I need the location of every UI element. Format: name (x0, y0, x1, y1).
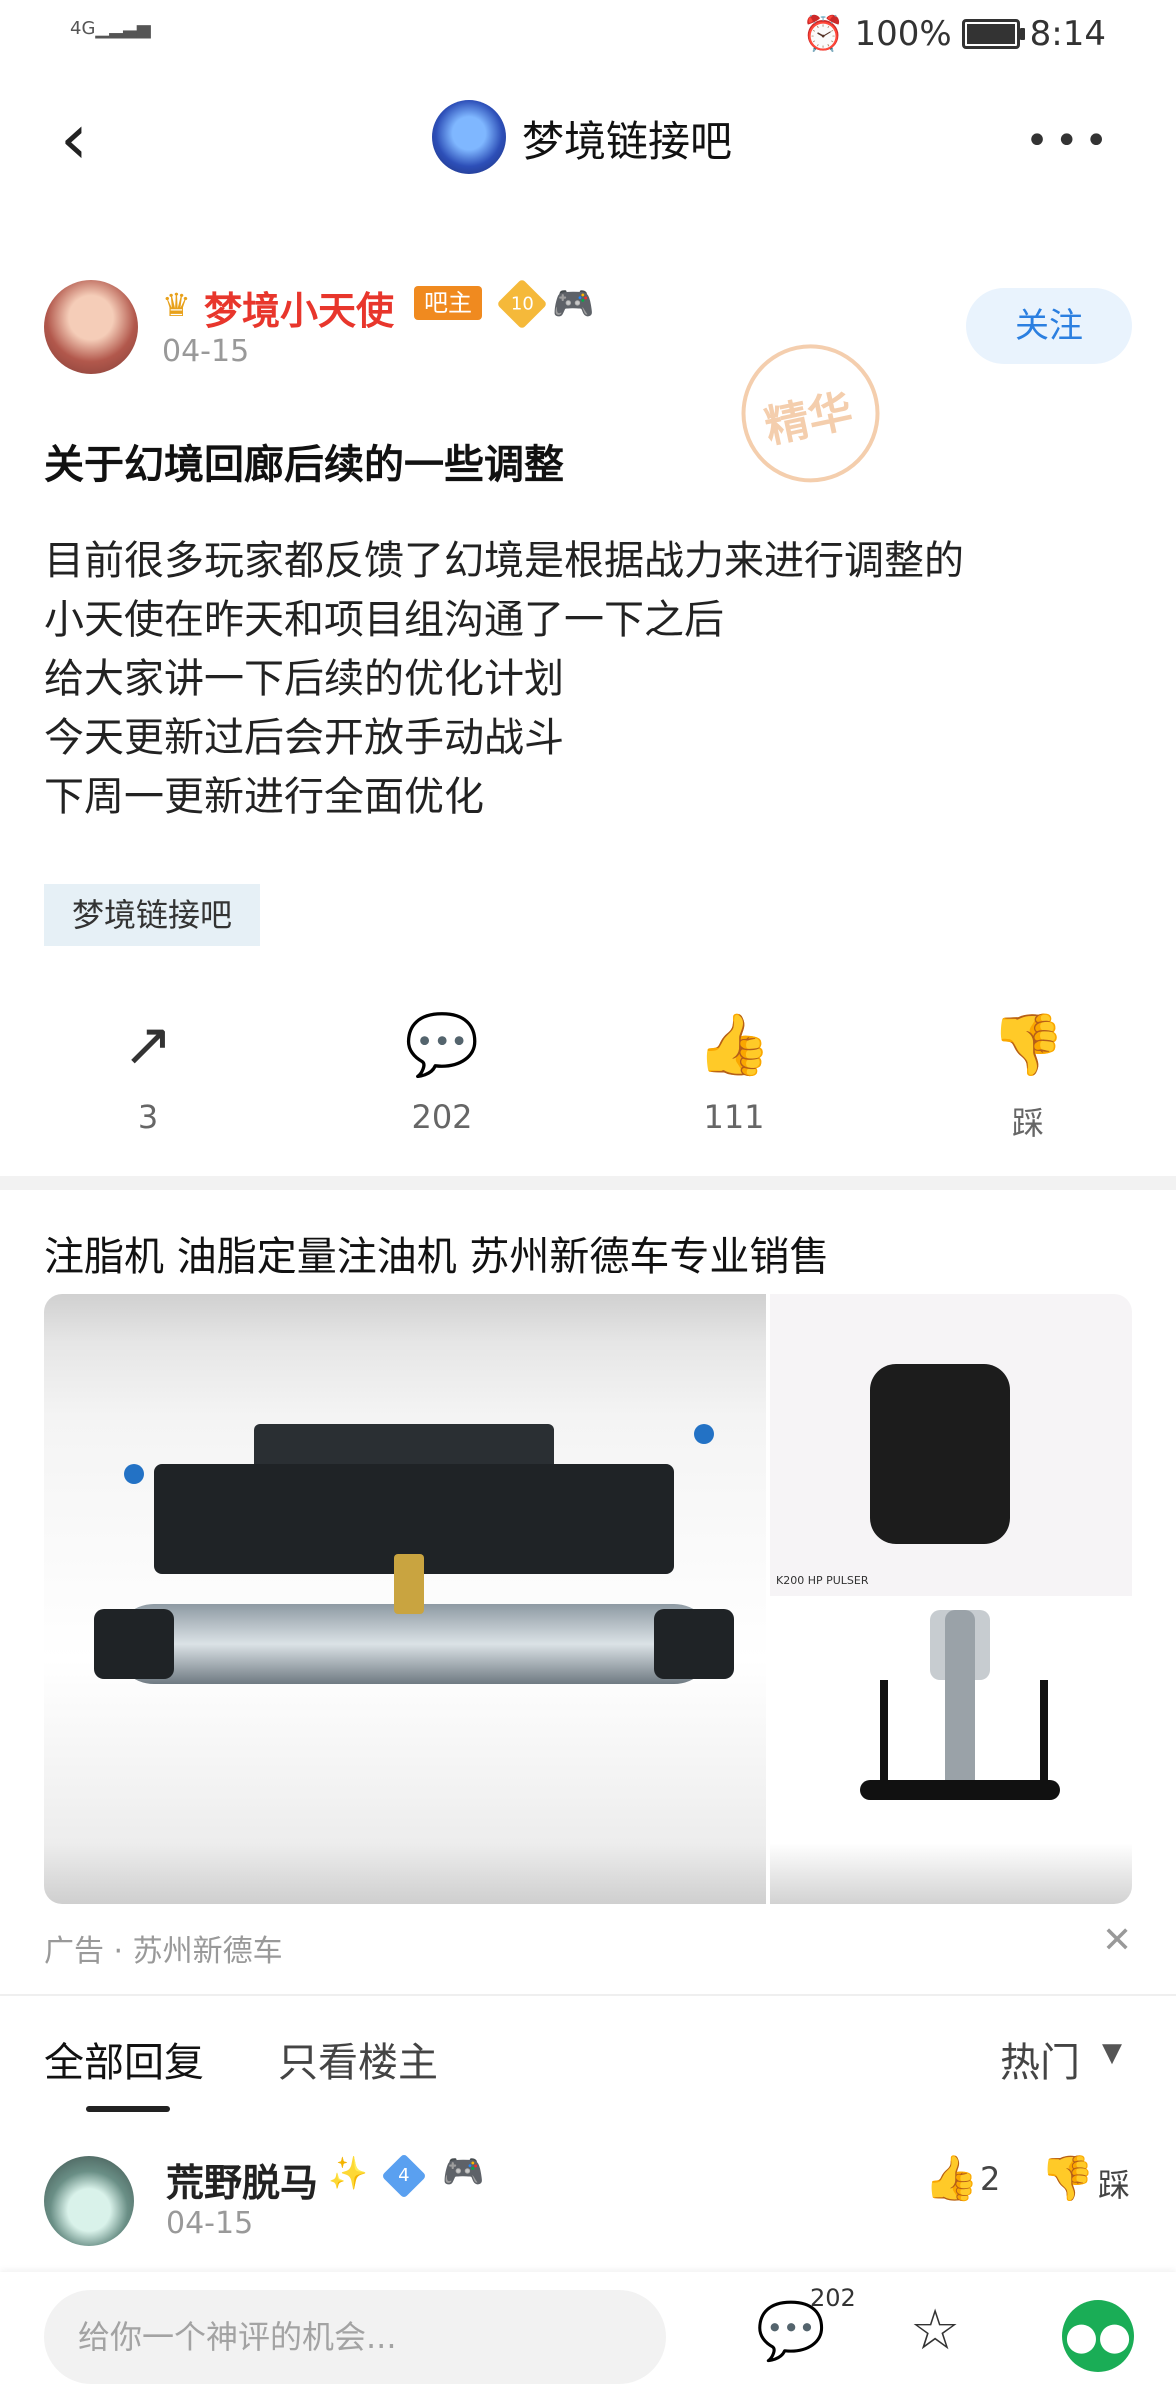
post-body-line: 今天更新过后会开放手动战斗 (44, 715, 564, 761)
reply-avatar[interactable] (44, 2156, 134, 2246)
status-right: ⏰ 100% 8:14 (802, 14, 1106, 54)
status-bar: 4G▁▂▃▅ ⏰ 100% 8:14 (0, 0, 1176, 72)
forum-tag[interactable]: 梦境链接吧 (44, 884, 261, 946)
owner-badge: 吧主 (414, 286, 482, 320)
comment-input[interactable] (44, 2290, 666, 2384)
like-count: 111 (703, 1098, 765, 1136)
ad-image-bottom-right[interactable] (770, 1600, 1132, 1904)
reply-like-count: 2 (980, 2160, 1001, 2198)
thumbs-up-icon: 👍 (696, 1010, 772, 1080)
pulser-illustration (870, 1364, 1010, 1544)
post-date: 04-15 (162, 334, 250, 369)
post-title: 关于幻境回廊后续的一些调整 (44, 442, 564, 488)
share-icon: ↗ (122, 1010, 174, 1080)
gamepad-icon: 🎮 (552, 284, 595, 324)
product-label: K200 HP PULSER (776, 1574, 869, 1587)
wechat-share-icon[interactable]: ●● (1062, 2300, 1134, 2372)
forum-title[interactable]: 梦境链接吧 (522, 108, 732, 169)
comment-count-badge: 202 (810, 2284, 856, 2312)
ad-title[interactable]: 注脂机 油脂定量注油机 苏州新德车专业销售 (44, 1224, 829, 1282)
sort-dropdown[interactable]: 热门 (1000, 2030, 1080, 2088)
star-icon[interactable]: ☆ (910, 2298, 960, 2363)
dislike-label: 踩 (1011, 1104, 1044, 1142)
level-badge: 10 (496, 278, 548, 330)
like-button[interactable]: 👍 111 (664, 1012, 804, 1136)
machine-illustration (94, 1404, 734, 1744)
ad-image-top-right[interactable]: K200 HP PULSER (770, 1294, 1132, 1596)
featured-stamp: 精华 (728, 319, 952, 496)
post-body-line: 目前很多玩家都反馈了幻境是根据战力来进行调整的 (44, 538, 964, 584)
author-name[interactable]: 梦境小天使 (204, 280, 394, 335)
tab-all-replies[interactable]: 全部回复 (44, 2030, 204, 2088)
active-tab-indicator (86, 2106, 170, 2112)
clock: 8:14 (1029, 14, 1106, 54)
sparkle-badge-icon: ✨ (328, 2154, 368, 2192)
divider (0, 1994, 1176, 1996)
forum-avatar[interactable] (432, 100, 506, 174)
battery-icon (961, 19, 1025, 49)
level-badge: 4 (381, 2153, 427, 2199)
close-icon[interactable]: ✕ (1102, 1920, 1132, 1961)
battery-percent: 100% (854, 14, 952, 54)
tab-owner-only[interactable]: 只看楼主 (278, 2030, 438, 2088)
gamepad-icon: 🎮 (442, 2152, 485, 2192)
back-arrow-icon[interactable]: ‹ (60, 104, 100, 174)
caret-down-icon[interactable]: ▼ (1102, 2038, 1122, 2068)
more-dots-icon[interactable]: ••• (1025, 118, 1114, 164)
share-button[interactable]: ↗ 3 (78, 1012, 218, 1136)
ad-source: 广告 · 苏州新德车 (44, 1934, 283, 1969)
post-body-line: 下周一更新进行全面优化 (44, 774, 484, 820)
follow-button[interactable]: 关注 (966, 288, 1132, 364)
reply-author-name[interactable]: 荒野脱马 (166, 2152, 318, 2207)
crown-icon: ♛ (162, 286, 191, 324)
reply-dislike-label: 踩 (1098, 2166, 1131, 2204)
alarm-icon: ⏰ (802, 14, 845, 54)
dislike-button[interactable]: 👎 踩 (958, 1012, 1098, 1144)
thumbs-down-icon[interactable]: 👎 (1040, 2152, 1095, 2204)
comment-count: 202 (411, 1098, 473, 1136)
post-body: 目前很多玩家都反馈了幻境是根据战力来进行调整的 小天使在昨天和项目组沟通了一下之… (44, 532, 964, 827)
post-body-line: 小天使在昨天和项目组沟通了一下之后 (44, 597, 724, 643)
thumbs-up-icon[interactable]: 👍 (924, 2152, 979, 2204)
comment-icon: 💬 (404, 1010, 480, 1080)
author-avatar[interactable] (44, 280, 138, 374)
post-body-line: 给大家讲一下后续的优化计划 (44, 656, 564, 702)
ad-image-main[interactable] (44, 1294, 766, 1904)
thumbs-down-icon: 👎 (990, 1010, 1066, 1080)
section-divider (0, 1176, 1176, 1190)
signal-indicator: 4G▁▂▃▅ (70, 18, 151, 39)
comment-button[interactable]: 💬 202 (372, 1012, 512, 1136)
share-count: 3 (137, 1098, 159, 1136)
reply-date: 04-15 (166, 2206, 254, 2241)
